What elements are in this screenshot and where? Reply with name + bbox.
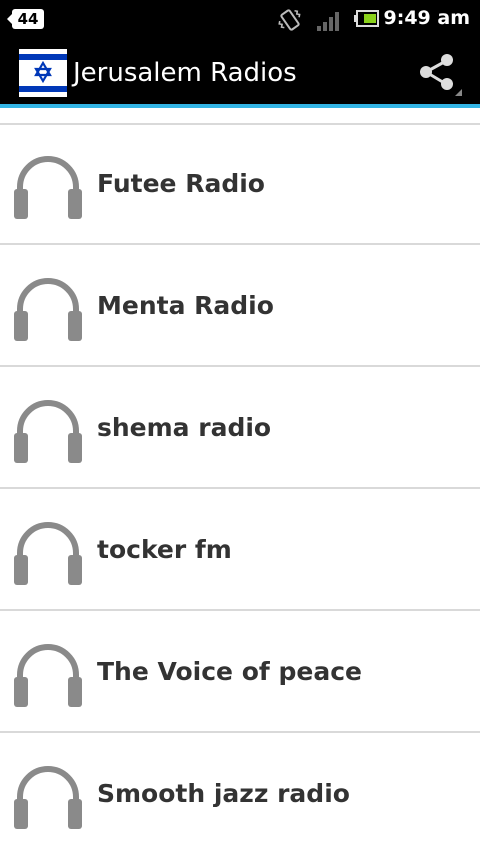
headphones-icon [14,766,82,829]
station-name: tocker fm [97,535,232,564]
battery-icon [354,10,379,27]
list-item[interactable]: Futee Radio [0,125,480,245]
station-name: Futee Radio [97,169,265,198]
action-bar-accent-line [0,104,480,108]
list-item[interactable]: shema radio [0,369,480,489]
headphones-icon [14,278,82,341]
status-clock: 9:49 am [383,7,471,29]
station-name: shema radio [97,413,272,442]
list-divider [0,609,480,611]
list-divider [0,487,480,489]
status-bar: 44 9:49 am [0,0,480,38]
station-name: Menta Radio [97,291,274,320]
list-item[interactable]: The Voice of peace [0,613,480,733]
station-name: The Voice of peace [97,657,362,686]
signal-icon [317,12,339,31]
list-divider [0,365,480,367]
israel-flag-icon [19,49,67,97]
notification-count-badge: 44 [7,9,44,29]
list-divider [0,243,480,245]
list-divider [0,731,480,733]
headphones-icon [14,522,82,585]
station-name: Smooth jazz radio [97,779,350,808]
action-bar: Jerusalem Radios [0,38,480,104]
list-item[interactable]: Smooth jazz radio [0,735,480,855]
list-item[interactable]: Menta Radio [0,247,480,367]
vibrate-icon [278,9,301,31]
headphones-icon [14,400,82,463]
list-item[interactable]: tocker fm [0,491,480,611]
share-icon[interactable] [414,48,466,98]
app-title: Jerusalem Radios [73,58,297,88]
headphones-icon [14,156,82,219]
headphones-icon [14,644,82,707]
